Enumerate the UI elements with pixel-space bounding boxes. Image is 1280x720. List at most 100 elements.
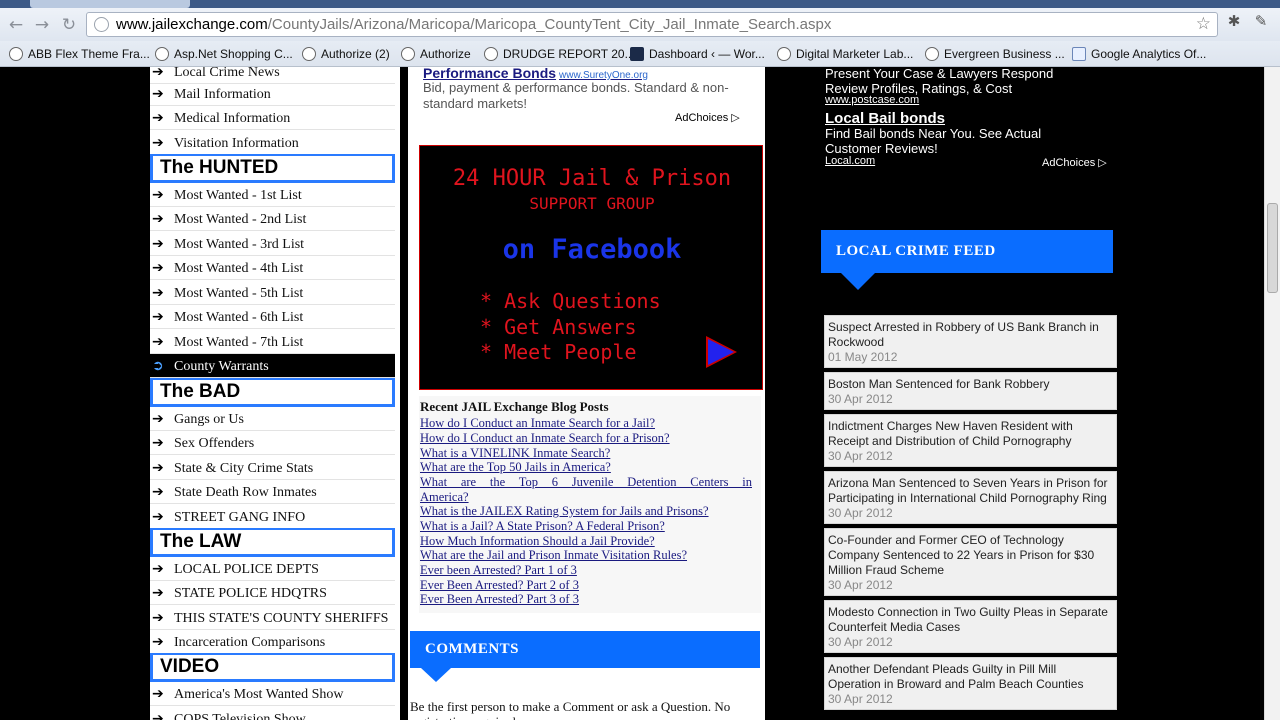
nav-item[interactable]: ➔ America's Most Wanted Show (150, 682, 395, 706)
arrow-right-icon: ➔ (152, 484, 164, 500)
page-scrollbar[interactable] (1264, 67, 1280, 720)
blog-link[interactable]: What are the Top 50 Jails in America? (420, 460, 752, 474)
bookmark-item[interactable]: DRUDGE REPORT 20... (484, 44, 635, 64)
nav-item[interactable]: ➔ Sex Offenders (150, 431, 395, 455)
feed-item[interactable]: Another Defendant Pleads Guilty in Pill … (824, 657, 1117, 710)
comments-notch (421, 668, 451, 682)
bookmark-item[interactable]: ABB Flex Theme Fra... (9, 44, 150, 64)
bookmark-item[interactable]: Asp.Net Shopping C... (155, 44, 293, 64)
nav-item-county-warrants[interactable]: ➲ County Warrants (150, 354, 395, 378)
address-bar[interactable]: www.jailexchange.com/CountyJails/Arizona… (86, 12, 1218, 37)
arrow-right-icon: ➔ (152, 260, 164, 276)
arrow-right-icon: ➔ (152, 285, 164, 301)
nav-item[interactable]: ➔ Most Wanted - 2nd List (150, 207, 395, 231)
bookmark-item[interactable]: Google Analytics Of... (1072, 44, 1206, 64)
nav-item[interactable]: ➔ Most Wanted - 3rd List (150, 232, 395, 256)
blog-link[interactable]: What is the JAILEX Rating System for Jai… (420, 504, 752, 518)
nav-item[interactable]: ➔ Incarceration Comparisons (150, 630, 395, 654)
feed-item[interactable]: Boston Man Sentenced for Bank Robbery 30 … (824, 372, 1117, 410)
arrow-right-icon: ➔ (152, 686, 164, 702)
nav-item[interactable]: ➔ COPS Television Show (150, 707, 395, 720)
adchoices-link[interactable]: AdChoices ▷ (1042, 156, 1107, 169)
scrollbar-thumb[interactable] (1267, 203, 1278, 293)
bookmark-star-icon[interactable]: ☆ (1196, 14, 1211, 34)
url-path: /CountyJails/Arizona/Maricopa/Maricopa_C… (267, 16, 832, 33)
globe-icon (94, 17, 109, 32)
blog-link[interactable]: Ever been Arrested? Part 1 of 3 (420, 563, 752, 577)
blog-link[interactable]: America? (420, 490, 752, 504)
nav-item[interactable]: ➔ STATE POLICE HDQTRS (150, 581, 395, 605)
circle-icon (777, 47, 791, 61)
feed-item[interactable]: Co-Founder and Former CEO of Technology … (824, 528, 1117, 596)
ad-link[interactable]: Local Bail bonds (825, 110, 945, 127)
circle-icon (155, 47, 169, 61)
nav-item[interactable]: ➔ State & City Crime Stats (150, 456, 395, 480)
blog-link[interactable]: What is a Jail? A State Prison? A Federa… (420, 519, 752, 533)
ad-text: Bid, payment & performance bonds. Standa… (423, 80, 729, 111)
extension-icon[interactable]: ✱ (1225, 12, 1243, 30)
blog-link[interactable]: Ever Been Arrested? Part 3 of 3 (420, 592, 752, 606)
reload-icon[interactable]: ↻ (60, 16, 78, 34)
nav-item[interactable]: ➔ Most Wanted - 1st List (150, 183, 395, 207)
feed-item[interactable]: Suspect Arrested in Robbery of US Bank B… (824, 315, 1117, 368)
comments-header: COMMENTS (410, 631, 760, 668)
arrow-right-icon: ➔ (152, 610, 164, 626)
arrow-right-icon: ➔ (152, 187, 164, 203)
arrow-right-icon: ➔ (152, 211, 164, 227)
bookmark-item[interactable]: Authorize (401, 44, 471, 64)
banner-bullet: * Get Answers (480, 315, 637, 339)
arrow-right-icon: ➔ (152, 86, 164, 102)
blog-link[interactable]: How Much Information Should a Jail Provi… (420, 534, 752, 548)
bookmark-item[interactable]: Digital Marketer Lab... (777, 44, 913, 64)
facebook-support-banner[interactable]: 24 HOUR Jail & Prison SUPPORT GROUP on F… (419, 145, 763, 390)
nav-item[interactable]: ➔ Medical Information (150, 106, 395, 130)
arrow-right-icon: ➔ (152, 561, 164, 577)
nav-item[interactable]: ➔ Gangs or Us (150, 407, 395, 431)
nav-item[interactable]: ➔ STREET GANG INFO (150, 505, 395, 529)
crime-feed-notch (841, 273, 875, 290)
nav-item[interactable]: ➔ Most Wanted - 7th List (150, 330, 395, 354)
forward-icon[interactable]: → (33, 16, 51, 34)
nav-item[interactable]: ➔ Mail Information (150, 82, 395, 106)
nav-section-law: The LAW (150, 528, 395, 557)
browser-toolbar: ← → ↻ www.jailexchange.com/CountyJails/A… (0, 8, 1280, 41)
ad-text: Find Bail bonds Near You. See Actual Cus… (825, 126, 1042, 156)
blog-link[interactable]: How do I Conduct an Inmate Search for a … (420, 431, 752, 445)
wrench-icon[interactable]: ✎ (1252, 12, 1270, 30)
blog-link[interactable]: Ever Been Arrested? Part 2 of 3 (420, 578, 752, 592)
blog-link[interactable]: What are the Top 6 Juvenile Detention Ce… (420, 475, 752, 489)
arrow-right-icon: ➔ (152, 309, 164, 325)
banner-subheadline: SUPPORT GROUP (529, 194, 655, 213)
nav-section-bad: The BAD (150, 378, 395, 407)
blog-link[interactable]: How do I Conduct an Inmate Search for a … (420, 416, 752, 430)
nav-item[interactable]: ➔ Most Wanted - 4th List (150, 256, 395, 280)
ad-url[interactable]: Local.com (825, 155, 875, 167)
adchoices-link[interactable]: AdChoices ▷ (675, 111, 740, 124)
nav-item[interactable]: ➔ LOCAL POLICE DEPTS (150, 557, 395, 581)
feed-item[interactable]: Arizona Man Sentenced to Seven Years in … (824, 471, 1117, 524)
arrow-right-icon: ➔ (152, 585, 164, 601)
arrow-right-icon: ➔ (152, 509, 164, 525)
bookmark-item[interactable]: Authorize (2) (302, 44, 390, 64)
back-icon[interactable]: ← (7, 16, 25, 34)
nav-item[interactable]: ➔ State Death Row Inmates (150, 480, 395, 504)
arrow-right-icon: ➔ (152, 435, 164, 451)
banner-facebook: on Facebook (502, 234, 682, 265)
bookmark-item[interactable]: Evergreen Business ... (925, 44, 1065, 64)
active-tab[interactable] (30, 0, 190, 8)
nav-item[interactable]: ➔ THIS STATE'S COUNTY SHERIFFS (150, 606, 395, 630)
blog-link[interactable]: What is a VINELINK Inmate Search? (420, 446, 752, 460)
ad-url[interactable]: www.postcase.com (825, 94, 919, 106)
nav-item[interactable]: ➔ Visitation Information (150, 131, 395, 155)
ad-link[interactable]: Performance Bonds www.SuretyOne.org (423, 67, 648, 81)
circle-arrow-icon: ➲ (152, 358, 164, 374)
ad-text: Present Your Case & Lawyers Respond Revi… (825, 67, 1054, 96)
arrow-right-icon: ➔ (152, 411, 164, 427)
blog-link[interactable]: What are the Jail and Prison Inmate Visi… (420, 548, 752, 562)
nav-item[interactable]: ➔ Most Wanted - 5th List (150, 281, 395, 305)
feed-item[interactable]: Indictment Charges New Haven Resident wi… (824, 414, 1117, 467)
crime-feed-header: LOCAL CRIME FEED (821, 230, 1113, 273)
nav-item[interactable]: ➔ Most Wanted - 6th List (150, 305, 395, 329)
bookmark-item[interactable]: Dashboard ‹ — Wor... (630, 44, 765, 64)
feed-item[interactable]: Modesto Connection in Two Guilty Pleas i… (824, 600, 1117, 653)
